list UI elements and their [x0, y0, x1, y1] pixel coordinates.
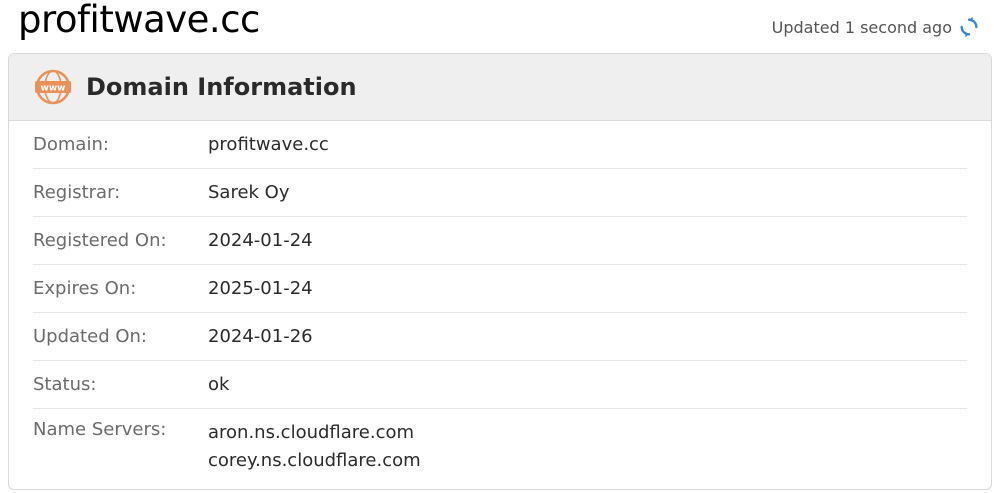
info-table: Domain: profitwave.cc Registrar: Sarek O… — [9, 121, 991, 475]
label-registrar: Registrar: — [33, 182, 121, 203]
value-registered-on: 2024-01-24 — [208, 229, 313, 251]
row-domain: Domain: profitwave.cc — [33, 121, 967, 169]
label-registered-on: Registered On: — [33, 230, 167, 251]
updated-text: Updated 1 second ago — [771, 17, 952, 37]
row-name-servers: Name Servers: aron.ns.cloudflare.com cor… — [33, 409, 967, 475]
row-status: Status: ok — [33, 361, 967, 409]
row-registered-on: Registered On: 2024-01-24 — [33, 217, 967, 265]
label-expires-on: Expires On: — [33, 278, 137, 299]
label-status: Status: — [33, 374, 97, 395]
value-expires-on: 2025-01-24 — [208, 277, 313, 299]
label-domain: Domain: — [33, 134, 109, 155]
label-updated-on: Updated On: — [33, 326, 147, 347]
row-updated-on: Updated On: 2024-01-26 — [33, 313, 967, 361]
card-title: Domain Information — [86, 73, 357, 101]
refresh-icon[interactable] — [958, 16, 980, 38]
www-icon: www — [34, 68, 72, 106]
updated-status: Updated 1 second ago — [772, 16, 980, 38]
value-name-servers: aron.ns.cloudflare.com corey.ns.cloudfla… — [208, 419, 421, 475]
svg-text:www: www — [41, 84, 66, 94]
value-status: ok — [208, 373, 230, 395]
name-server-1: aron.ns.cloudflare.com — [208, 422, 415, 443]
page-title: profitwave.cc — [18, 0, 260, 41]
domain-info-card: www Domain Information Domain: profitwav… — [8, 53, 992, 490]
value-updated-on: 2024-01-26 — [208, 325, 313, 347]
card-header: www Domain Information — [9, 54, 991, 121]
name-server-2: corey.ns.cloudflare.com — [208, 450, 421, 471]
row-expires-on: Expires On: 2025-01-24 — [33, 265, 967, 313]
row-registrar: Registrar: Sarek Oy — [33, 169, 967, 217]
value-domain: profitwave.cc — [208, 133, 329, 155]
label-name-servers: Name Servers: — [33, 419, 167, 440]
value-registrar: Sarek Oy — [208, 181, 290, 203]
